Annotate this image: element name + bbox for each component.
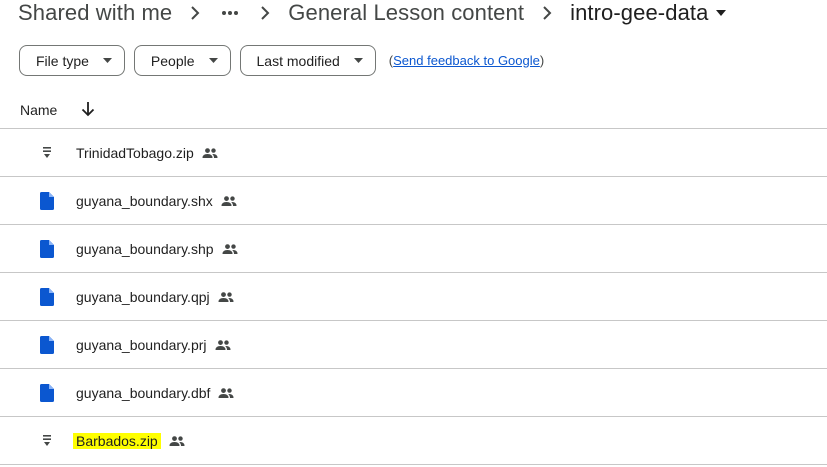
chevron-right-icon — [242, 0, 288, 26]
file-icon — [38, 191, 56, 211]
caret-down-icon — [102, 58, 112, 63]
feedback-text: (Send feedback to Google) — [389, 53, 544, 68]
file-row[interactable]: guyana_boundary.prj — [0, 321, 827, 369]
caret-down-icon — [353, 58, 363, 63]
file-name-cell: Barbados.zip — [73, 433, 185, 449]
file-name[interactable]: guyana_boundary.prj — [76, 337, 207, 353]
file-name-cell: guyana_boundary.shp — [76, 241, 238, 257]
file-icon — [38, 335, 56, 355]
file-name-cell: guyana_boundary.dbf — [76, 385, 234, 401]
file-type-filter-label: File type — [36, 52, 89, 69]
zip-icon — [38, 431, 56, 451]
breadcrumb: Shared with me General Lesson content in… — [18, 0, 732, 26]
list-header: Name — [0, 92, 827, 129]
shared-people-icon — [218, 388, 234, 398]
feedback-close-paren: ) — [539, 53, 545, 68]
file-name[interactable]: guyana_boundary.qpj — [76, 289, 210, 305]
chevron-right-icon — [172, 0, 218, 26]
arrow-down-icon[interactable] — [78, 99, 98, 119]
file-name[interactable]: guyana_boundary.dbf — [76, 385, 210, 401]
breadcrumb-shared-with-me[interactable]: Shared with me — [18, 0, 172, 26]
file-name[interactable]: TrinidadTobago.zip — [76, 145, 194, 161]
file-icon — [38, 287, 56, 307]
people-filter-button[interactable]: People — [133, 45, 231, 76]
shared-people-icon — [221, 196, 237, 206]
file-row[interactable]: guyana_boundary.shp — [0, 225, 827, 273]
shared-people-icon — [169, 436, 185, 446]
chevron-right-icon — [524, 0, 570, 26]
file-row[interactable]: guyana_boundary.dbf — [0, 369, 827, 417]
file-list: TrinidadTobago.zip guyana_boundary.shxguy… — [0, 129, 827, 465]
file-icon — [38, 383, 56, 403]
name-column-header[interactable]: Name — [20, 102, 57, 118]
file-name[interactable]: guyana_boundary.shp — [76, 241, 214, 257]
file-type-filter-button[interactable]: File type — [19, 45, 125, 76]
caret-down-icon[interactable] — [710, 0, 732, 26]
people-filter-label: People — [150, 52, 195, 69]
filter-bar: File type People Last modified (Send fee… — [19, 45, 544, 76]
send-feedback-link[interactable]: Send feedback to Google — [393, 53, 540, 68]
caret-down-icon — [208, 58, 218, 63]
file-name[interactable]: guyana_boundary.shx — [76, 193, 213, 209]
file-icon — [38, 239, 56, 259]
last-modified-filter-button[interactable]: Last modified — [239, 45, 376, 76]
zip-icon — [38, 143, 56, 163]
breadcrumb-general-lesson-content[interactable]: General Lesson content — [288, 0, 524, 26]
file-row[interactable]: Barbados.zip — [0, 417, 827, 465]
shared-people-icon — [218, 292, 234, 302]
file-name-cell: guyana_boundary.shx — [76, 193, 237, 209]
shared-people-icon — [202, 148, 218, 158]
file-name-cell: guyana_boundary.prj — [76, 337, 231, 353]
file-name-cell: TrinidadTobago.zip — [76, 145, 218, 161]
file-row[interactable]: guyana_boundary.qpj — [0, 273, 827, 321]
file-name[interactable]: Barbados.zip — [73, 433, 161, 449]
last-modified-filter-label: Last modified — [256, 52, 340, 69]
shared-people-icon — [222, 244, 238, 254]
shared-people-icon — [215, 340, 231, 350]
file-row[interactable]: guyana_boundary.shx — [0, 177, 827, 225]
more-horiz-icon[interactable] — [218, 0, 242, 26]
file-row[interactable]: TrinidadTobago.zip — [0, 129, 827, 177]
breadcrumb-current-folder[interactable]: intro-gee-data — [570, 0, 708, 26]
file-name-cell: guyana_boundary.qpj — [76, 289, 234, 305]
